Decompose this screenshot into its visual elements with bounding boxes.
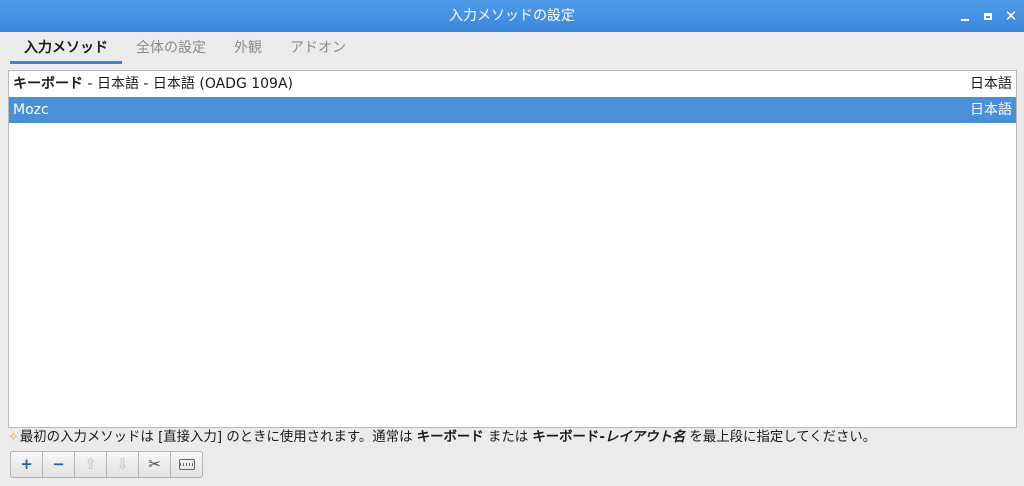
hint-bold2: キーボード- — [532, 430, 605, 445]
hint-part1: 最初の入力メソッドは [直接入力] のときに使用されます。通常は — [19, 430, 417, 445]
input-method-list[interactable]: キーボード - 日本語 - 日本語 (OADG 109A) 日本語 Mozc 日… — [8, 70, 1017, 428]
close-button[interactable]: ✕ — [1003, 8, 1019, 24]
list-item-selected[interactable]: Mozc 日本語 — [9, 97, 1016, 123]
tab-appearance[interactable]: 外観 — [220, 32, 276, 66]
minimize-button[interactable] — [957, 8, 973, 24]
keyboard-layout-icon — [178, 459, 195, 470]
configure-button[interactable]: ✂ — [138, 451, 171, 478]
move-down-icon: ⇩ — [116, 455, 129, 473]
input-method-language: 日本語 — [970, 76, 1012, 92]
input-method-settings-window: 入力メソッドの設定 ✕ 入力メソッド 全体の設定 外観 アドオン キーボード -… — [0, 0, 1024, 486]
window-title: 入力メソッドの設定 — [449, 8, 575, 24]
hint-icon: ✧ — [8, 430, 19, 445]
title-bar[interactable]: 入力メソッドの設定 ✕ — [0, 0, 1024, 32]
hint-bold1: キーボード — [416, 430, 484, 445]
hint-italic: レイアウト名 — [604, 430, 686, 445]
minimize-icon — [961, 19, 969, 21]
input-method-name: キーボード - 日本語 - 日本語 (OADG 109A) — [13, 71, 293, 97]
maximize-button[interactable] — [980, 8, 996, 24]
close-icon: ✕ — [1004, 7, 1018, 25]
hint-part3: を最上段に指定してください。 — [685, 430, 877, 445]
tab-addons[interactable]: アドオン — [276, 32, 360, 66]
input-method-name-bold: キーボード — [13, 76, 83, 92]
keyboard-layout-button[interactable] — [170, 451, 203, 478]
input-method-language: 日本語 — [970, 102, 1012, 118]
list-item[interactable]: キーボード - 日本語 - 日本語 (OADG 109A) 日本語 — [9, 71, 1016, 97]
input-method-name-rest: Mozc — [13, 102, 49, 118]
maximize-icon — [984, 12, 992, 20]
remove-button[interactable]: − — [42, 451, 75, 478]
hint-text: ✧最初の入力メソッドは [直接入力] のときに使用されます。通常は キーボード … — [8, 429, 1020, 447]
tab-bar: 入力メソッド 全体の設定 外観 アドオン — [10, 32, 360, 66]
hint-part2: または — [483, 430, 533, 445]
input-method-name: Mozc — [13, 97, 49, 123]
move-up-icon: ⇧ — [84, 455, 97, 473]
input-method-name-rest: - 日本語 - 日本語 (OADG 109A) — [83, 76, 294, 92]
tab-global-config[interactable]: 全体の設定 — [122, 32, 220, 66]
add-icon: + — [20, 455, 33, 473]
list-toolbar: + − ⇧ ⇩ ✂ — [10, 451, 203, 478]
move-down-button[interactable]: ⇩ — [106, 451, 139, 478]
tab-input-method[interactable]: 入力メソッド — [10, 32, 122, 66]
remove-icon: − — [52, 455, 65, 473]
move-up-button[interactable]: ⇧ — [74, 451, 107, 478]
configure-icon: ✂ — [148, 455, 161, 473]
add-button[interactable]: + — [10, 451, 43, 478]
